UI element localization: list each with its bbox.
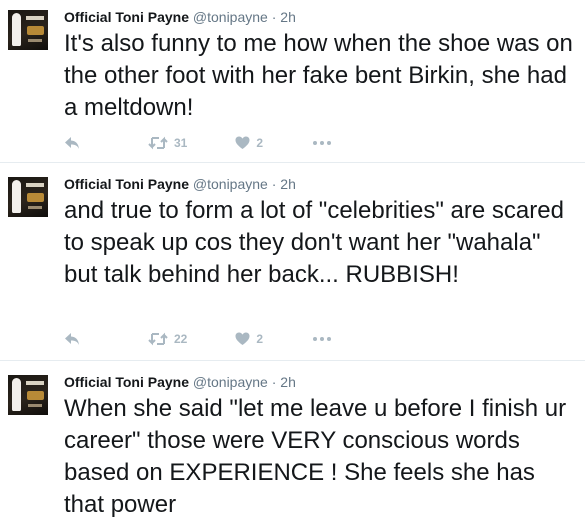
avatar-detail (28, 39, 42, 42)
tweet[interactable]: Official Toni Payne @tonipayne · 2h It's… (0, 0, 585, 163)
author-handle[interactable]: @tonipayne (193, 9, 268, 25)
separator: · (271, 374, 277, 390)
avatar-detail (26, 183, 44, 187)
timestamp[interactable]: 2h (280, 176, 296, 192)
avatar-detail (28, 404, 42, 407)
avatar[interactable] (8, 10, 48, 50)
more-icon (313, 141, 332, 145)
reply-icon (65, 333, 79, 345)
tweet-header: Official Toni Payne @tonipayne · 2h (64, 373, 573, 391)
author-name[interactable]: Official Toni Payne (64, 374, 189, 390)
avatar-detail (27, 26, 44, 35)
more-icon (313, 337, 332, 341)
tweet-text: When she said "let me leave u before I f… (64, 395, 567, 518)
like-button[interactable]: 2 (235, 332, 263, 346)
timestamp[interactable]: 2h (280, 9, 296, 25)
avatar[interactable] (8, 177, 48, 217)
tweet-header: Official Toni Payne @tonipayne · 2h (64, 8, 573, 26)
separator: · (271, 176, 277, 192)
tweet-text: and true to form a lot of "celebrities" … (64, 197, 564, 288)
reply-button[interactable] (64, 332, 80, 346)
retweet-button[interactable]: 22 (148, 332, 187, 346)
retweet-count: 31 (174, 136, 188, 150)
author-name[interactable]: Official Toni Payne (64, 176, 189, 192)
tweet-actions: 31 2 (64, 134, 361, 152)
avatar-detail (27, 391, 44, 400)
reply-icon (65, 137, 79, 149)
avatar-figure (12, 378, 21, 411)
author-handle[interactable]: @tonipayne (193, 176, 268, 192)
tweet-actions: 22 2 (64, 330, 361, 348)
heart-icon (235, 332, 250, 345)
heart-icon (235, 136, 250, 149)
avatar-figure (12, 180, 21, 213)
avatar-detail (26, 381, 44, 385)
like-count: 2 (256, 136, 264, 150)
tweet-text: It's also funny to me how when the shoe … (64, 30, 573, 121)
like-button[interactable]: 2 (235, 136, 263, 150)
retweet-icon (148, 136, 168, 150)
avatar[interactable] (8, 375, 48, 415)
tweet-header: Official Toni Payne @tonipayne · 2h (64, 175, 573, 193)
retweet-icon (148, 332, 168, 346)
retweet-button[interactable]: 31 (148, 136, 187, 150)
avatar-detail (28, 206, 42, 209)
author-handle[interactable]: @tonipayne (193, 374, 268, 390)
avatar-figure (12, 13, 21, 46)
reply-button[interactable] (64, 136, 80, 150)
tweet[interactable]: Official Toni Payne @tonipayne · 2h When… (0, 361, 585, 532)
separator: · (271, 9, 277, 25)
avatar-detail (27, 193, 44, 202)
avatar-detail (26, 16, 44, 20)
timestamp[interactable]: 2h (280, 374, 296, 390)
like-count: 2 (256, 332, 264, 346)
author-name[interactable]: Official Toni Payne (64, 9, 189, 25)
tweet[interactable]: Official Toni Payne @tonipayne · 2h and … (0, 163, 585, 361)
retweet-count: 22 (174, 332, 188, 346)
more-button[interactable] (313, 337, 332, 341)
more-button[interactable] (313, 141, 332, 145)
